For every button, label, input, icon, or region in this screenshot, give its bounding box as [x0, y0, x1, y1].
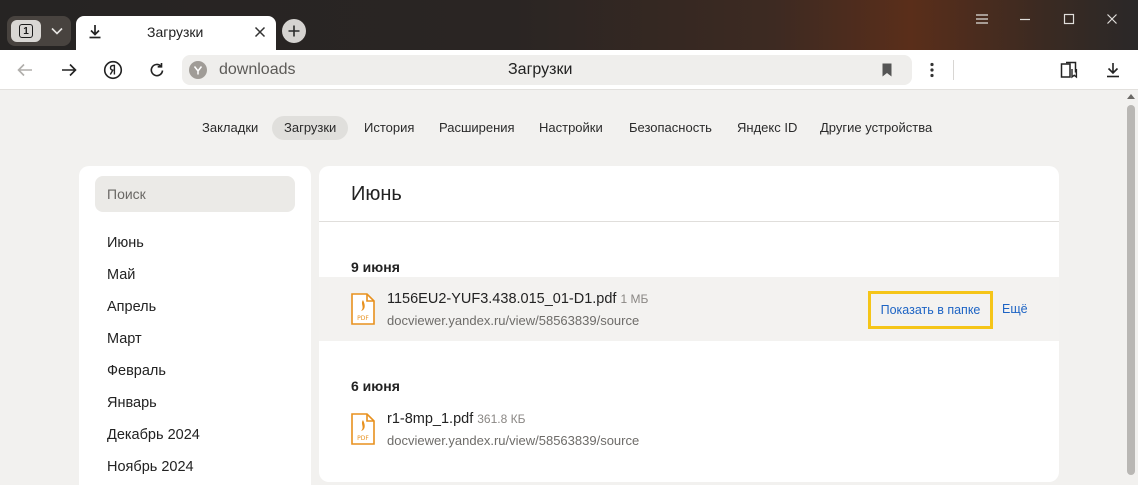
address-page-title: Загрузки [508, 61, 573, 78]
month-item[interactable]: Декабрь 2024 [107, 426, 200, 458]
downloads-page: Закладки Загрузки История Расширения Нас… [0, 91, 1124, 485]
reload-icon [150, 63, 164, 77]
pdf-icon-label: PDF [357, 315, 369, 322]
toolbar: downloads Загрузки [0, 50, 1138, 90]
download-icon [1107, 63, 1119, 78]
browser-menu-button[interactable] [970, 8, 994, 30]
page-scrollbar[interactable] [1124, 91, 1138, 485]
address-url[interactable]: downloads [219, 61, 296, 79]
close-window-button[interactable] [1100, 8, 1124, 30]
pdf-file-icon: PDF [351, 293, 375, 325]
month-item[interactable]: Январь [107, 394, 200, 426]
yandex-button[interactable] [101, 58, 125, 82]
nav-security[interactable]: Безопасность [617, 116, 724, 140]
month-item[interactable]: Февраль [107, 362, 200, 394]
month-item[interactable]: Ноябрь 2024 [107, 458, 200, 485]
file-size: 1 МБ [620, 292, 649, 306]
nav-settings[interactable]: Настройки [527, 116, 615, 140]
close-icon[interactable] [252, 24, 268, 40]
month-list: Июнь Май Апрель Март Февраль Январь Дека… [107, 234, 200, 485]
yandex-logo-icon [103, 60, 123, 80]
show-in-folder-button[interactable]: Показать в папке [868, 291, 993, 329]
maximize-button[interactable] [1057, 8, 1081, 30]
settings-nav: Закладки Загрузки История Расширения Нас… [0, 116, 1124, 140]
bookmark-icon[interactable] [879, 62, 895, 78]
tab-downloads[interactable]: Загрузки [76, 16, 276, 50]
search-input[interactable] [95, 176, 295, 212]
plus-icon [288, 25, 300, 37]
downloads-list: Июнь 9 июня PDF 1156EU2-YUF3.438.015_01-… [319, 166, 1059, 482]
nav-other-devices[interactable]: Другие устройства [808, 116, 944, 140]
month-item[interactable]: Март [107, 330, 200, 362]
file-size: 361.8 КБ [477, 412, 526, 426]
month-item[interactable]: Май [107, 266, 200, 298]
toolbar-separator [953, 60, 954, 80]
collections-icon [1060, 61, 1078, 79]
minimize-icon [1020, 18, 1030, 21]
minimize-button[interactable] [1013, 8, 1037, 30]
tab-count: 1 [19, 24, 33, 38]
maximize-icon [1063, 13, 1075, 25]
pdf-icon-label: PDF [357, 435, 369, 442]
file-source-url[interactable]: docviewer.yandex.ru/view/58563839/source [387, 313, 639, 328]
pdf-file-icon: PDF [351, 413, 375, 445]
chevron-down-icon[interactable] [47, 21, 67, 41]
month-item[interactable]: Апрель [107, 298, 200, 330]
more-menu-button[interactable] [920, 58, 944, 82]
download-item[interactable]: PDF r1-8mp_1.pdf 361.8 КБ docviewer.yande… [319, 397, 1059, 461]
month-title: Июнь [351, 183, 402, 205]
download-icon [89, 25, 101, 39]
site-info-icon[interactable] [189, 61, 207, 79]
back-button[interactable] [13, 58, 37, 82]
file-name-text[interactable]: 1156EU2-YUF3.438.015_01-D1.pdf [387, 291, 616, 307]
forward-button[interactable] [57, 58, 81, 82]
file-name-text[interactable]: r1-8mp_1.pdf [387, 411, 473, 427]
nav-history[interactable]: История [352, 116, 426, 140]
tab-title: Загрузки [147, 24, 204, 40]
downloads-button[interactable] [1101, 58, 1125, 82]
close-icon [1107, 14, 1117, 24]
new-tab-button[interactable] [282, 19, 306, 43]
nav-downloads[interactable]: Загрузки [272, 116, 349, 140]
nav-extensions[interactable]: Расширения [427, 116, 527, 140]
reload-button[interactable] [145, 58, 169, 82]
divider [319, 221, 1059, 222]
more-button[interactable]: Ещё [1002, 302, 1028, 316]
tab-group: 1 [7, 16, 71, 46]
scrollbar-thumb[interactable] [1127, 105, 1135, 475]
group-date: 6 июня [351, 378, 400, 394]
month-item[interactable]: Июнь [107, 234, 200, 266]
scroll-up-arrow-icon[interactable] [1127, 94, 1135, 99]
download-item[interactable]: PDF 1156EU2-YUF3.438.015_01-D1.pdf 1 МБ d… [319, 277, 1059, 341]
date-sidebar: Июнь Май Апрель Март Февраль Январь Дека… [79, 166, 311, 485]
file-name[interactable]: 1156EU2-YUF3.438.015_01-D1.pdf 1 МБ [387, 291, 648, 307]
address-bar[interactable]: downloads Загрузки [182, 55, 912, 85]
arrow-left-icon [17, 63, 32, 77]
file-source-url[interactable]: docviewer.yandex.ru/view/58563839/source [387, 433, 639, 448]
file-name[interactable]: r1-8mp_1.pdf 361.8 КБ [387, 411, 525, 427]
hamburger-icon [976, 14, 988, 24]
nav-bookmarks[interactable]: Закладки [190, 116, 270, 140]
group-date: 9 июня [351, 259, 400, 275]
arrow-right-icon [62, 63, 77, 77]
title-bar: 1 Загрузки [0, 0, 1138, 50]
collections-button[interactable] [1057, 58, 1081, 82]
nav-yandex-id[interactable]: Яндекс ID [725, 116, 809, 140]
tab-count-button[interactable]: 1 [11, 20, 41, 42]
more-vertical-icon [930, 62, 934, 78]
